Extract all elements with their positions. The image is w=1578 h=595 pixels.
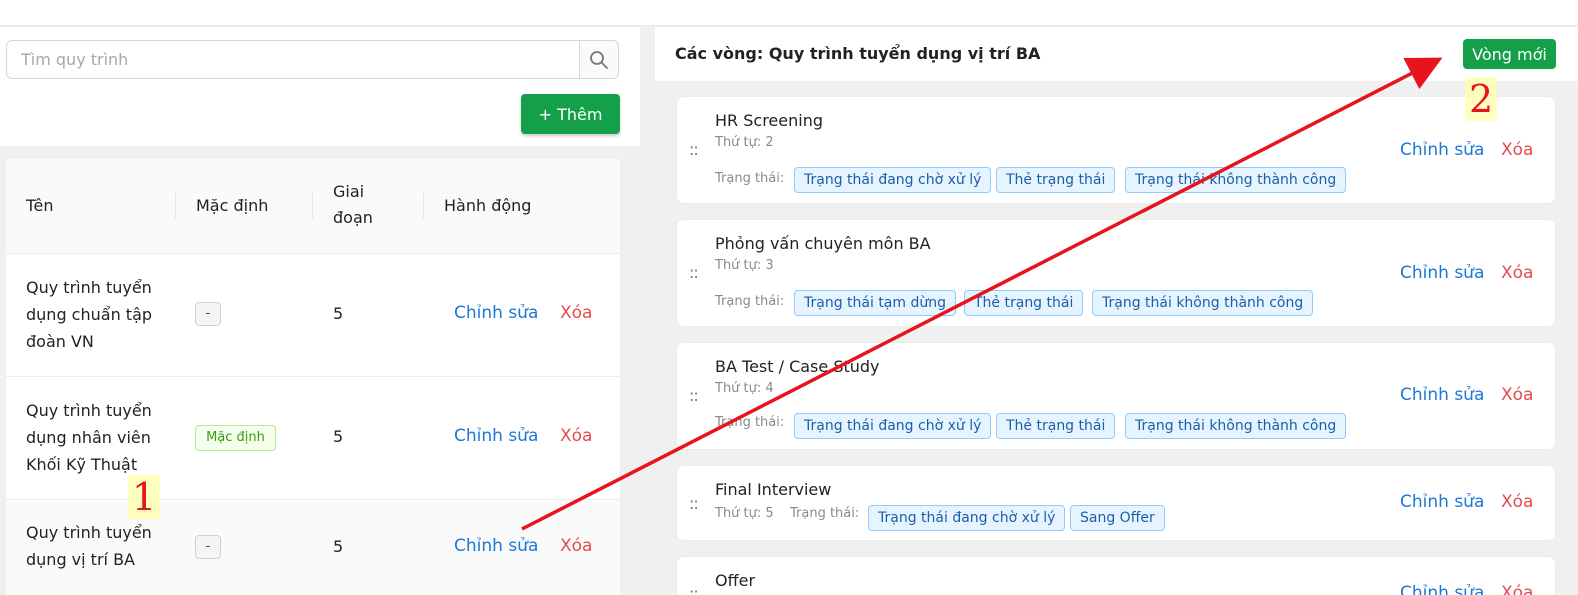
delete-round-link[interactable]: Xóa bbox=[1501, 140, 1533, 160]
status-tag: Trạng thái tạm dừng bbox=[794, 290, 956, 316]
status-tag: Trạng thái không thành công bbox=[1125, 167, 1347, 193]
status-tag: Sang Offer bbox=[1070, 505, 1165, 531]
add-process-button[interactable]: + Thêm bbox=[521, 94, 620, 134]
drag-handle-icon[interactable]: :: bbox=[689, 496, 699, 512]
stage-count: 5 bbox=[333, 537, 344, 556]
edit-process-link[interactable]: Chỉnh sửa bbox=[454, 303, 538, 323]
column-separator bbox=[423, 193, 424, 219]
drag-handle-icon[interactable]: :: bbox=[689, 586, 699, 595]
process-name-line: đoàn VN bbox=[26, 332, 94, 351]
stage-count: 5 bbox=[333, 304, 344, 323]
status-tag: Trạng thái đang chờ xử lý bbox=[794, 413, 992, 439]
round-order: Thứ tự: 2 bbox=[715, 135, 774, 150]
round-card: :: Offer Chỉnh sửa Xóa bbox=[676, 556, 1556, 595]
edit-round-link[interactable]: Chỉnh sửa bbox=[1400, 263, 1484, 283]
round-card: :: Final Interview Thứ tự: 5 Trạng thái:… bbox=[676, 465, 1556, 541]
search-input[interactable] bbox=[7, 41, 579, 78]
process-name-line: dụng chuẩn tập bbox=[26, 305, 153, 324]
drag-handle-icon[interactable]: :: bbox=[689, 142, 699, 158]
process-name: Quy trình tuyển dụng chuẩn tập đoàn VN bbox=[26, 274, 166, 355]
round-card: :: HR Screening Thứ tự: 2 Trạng thái: Tr… bbox=[676, 96, 1556, 204]
edit-round-link[interactable]: Chỉnh sửa bbox=[1400, 140, 1484, 160]
status-tag: Thẻ trạng thái bbox=[964, 290, 1084, 316]
top-bar bbox=[0, 0, 1578, 26]
search-box bbox=[6, 40, 619, 79]
round-name: Offer bbox=[715, 571, 756, 590]
status-tag: Trạng thái đang chờ xử lý bbox=[794, 167, 992, 193]
column-header-stage-line1: Giai bbox=[333, 182, 365, 201]
edit-round-link[interactable]: Chỉnh sửa bbox=[1400, 385, 1484, 405]
process-search-panel: + Thêm bbox=[0, 27, 640, 146]
new-round-button[interactable]: Vòng mới bbox=[1463, 39, 1556, 69]
process-name-line: dụng vị trí BA bbox=[26, 550, 135, 569]
column-separator bbox=[312, 193, 313, 219]
rounds-header: Các vòng: Quy trình tuyển dụng vị trí BA… bbox=[655, 27, 1578, 81]
delete-round-link[interactable]: Xóa bbox=[1501, 492, 1533, 512]
process-name-line: Quy trình tuyển bbox=[26, 401, 152, 420]
column-header-default: Mặc định bbox=[196, 196, 269, 215]
round-order: Thứ tự: 4 bbox=[715, 381, 774, 396]
process-name: Quy trình tuyển dụng vị trí BA bbox=[26, 519, 166, 573]
stage-count: 5 bbox=[333, 427, 344, 446]
edit-process-link[interactable]: Chỉnh sửa bbox=[454, 426, 538, 446]
status-tag: Trạng thái không thành công bbox=[1092, 290, 1314, 316]
delete-process-link[interactable]: Xóa bbox=[560, 303, 592, 323]
edit-round-link[interactable]: Chỉnh sửa bbox=[1400, 583, 1484, 595]
round-name: BA Test / Case Study bbox=[715, 357, 880, 376]
round-name: Phỏng vấn chuyên môn BA bbox=[715, 234, 931, 253]
default-tag: Mặc định bbox=[195, 425, 276, 451]
status-label: Trạng thái: bbox=[715, 171, 785, 186]
search-icon bbox=[590, 50, 608, 69]
delete-round-link[interactable]: Xóa bbox=[1501, 583, 1533, 595]
round-card: :: BA Test / Case Study Thứ tự: 4 Trạng … bbox=[676, 342, 1556, 450]
round-order: Thứ tự: 3 bbox=[715, 258, 774, 273]
default-tag: - bbox=[195, 302, 221, 326]
process-name-line: dụng nhân viên bbox=[26, 428, 151, 447]
process-name: Quy trình tuyển dụng nhân viên Khối Kỹ T… bbox=[26, 397, 166, 478]
table-header: Tên Mặc định Giai đoạn Hành động bbox=[6, 159, 620, 254]
round-name: HR Screening bbox=[715, 111, 823, 130]
round-card: :: Phỏng vấn chuyên môn BA Thứ tự: 3 Trạ… bbox=[676, 219, 1556, 327]
column-header-action: Hành động bbox=[444, 196, 532, 215]
round-name: Final Interview bbox=[715, 480, 832, 499]
status-tag: Thẻ trạng thái bbox=[996, 413, 1116, 439]
edit-round-link[interactable]: Chỉnh sửa bbox=[1400, 492, 1484, 512]
round-order: Thứ tự: 5 bbox=[715, 506, 774, 521]
rounds-title: Các vòng: Quy trình tuyển dụng vị trí BA bbox=[675, 44, 1041, 63]
delete-process-link[interactable]: Xóa bbox=[560, 536, 592, 556]
table-row[interactable]: Quy trình tuyển dụng chuẩn tập đoàn VN -… bbox=[6, 254, 620, 377]
process-name-line: Quy trình tuyển bbox=[26, 523, 152, 542]
delete-process-link[interactable]: Xóa bbox=[560, 426, 592, 446]
status-label: Trạng thái: bbox=[715, 294, 785, 309]
search-button[interactable] bbox=[579, 41, 618, 78]
default-tag: - bbox=[195, 535, 221, 559]
delete-round-link[interactable]: Xóa bbox=[1501, 385, 1533, 405]
column-header-name: Tên bbox=[26, 196, 54, 215]
process-name-line: Quy trình tuyển bbox=[26, 278, 152, 297]
column-separator bbox=[175, 193, 176, 219]
drag-handle-icon[interactable]: :: bbox=[689, 388, 699, 404]
table-row[interactable]: Quy trình tuyển dụng nhân viên Khối Kỹ T… bbox=[6, 377, 620, 500]
status-label: Trạng thái: bbox=[715, 415, 785, 430]
drag-handle-icon[interactable]: :: bbox=[689, 265, 699, 281]
annotation-step-1: 1 bbox=[128, 475, 161, 519]
delete-round-link[interactable]: Xóa bbox=[1501, 263, 1533, 283]
status-tag: Trạng thái đang chờ xử lý bbox=[868, 505, 1066, 531]
edit-process-link[interactable]: Chỉnh sửa bbox=[454, 536, 538, 556]
column-header-stage: Giai đoạn bbox=[333, 179, 373, 231]
table-row-selected[interactable]: Quy trình tuyển dụng vị trí BA - 5 Chỉnh… bbox=[6, 500, 620, 595]
annotation-step-2: 2 bbox=[1465, 77, 1498, 121]
status-tag: Thẻ trạng thái bbox=[996, 167, 1116, 193]
status-tag: Trạng thái không thành công bbox=[1125, 413, 1347, 439]
process-table: Tên Mặc định Giai đoạn Hành động Quy trì… bbox=[6, 159, 620, 595]
process-name-line: Khối Kỹ Thuật bbox=[26, 455, 138, 474]
column-header-stage-line2: đoạn bbox=[333, 208, 373, 227]
status-label: Trạng thái: bbox=[790, 506, 860, 521]
